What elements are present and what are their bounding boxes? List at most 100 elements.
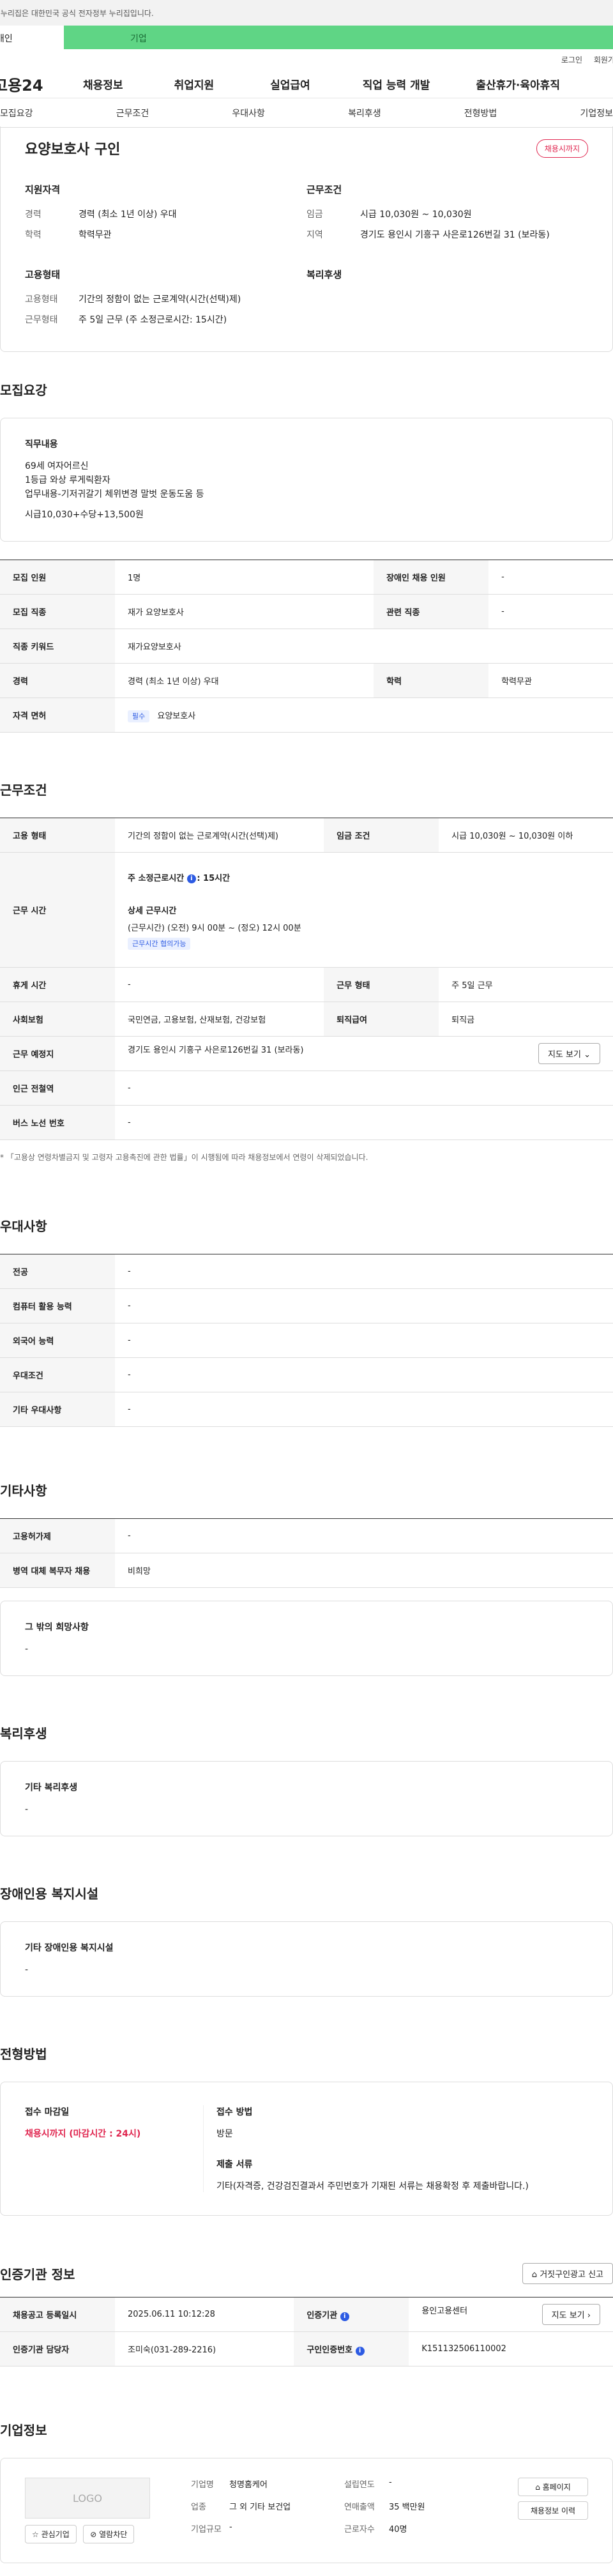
method-label: 접수 방법 [216,2107,253,2117]
emp-label: 근무형태 [25,315,58,325]
cell-value: 재가요양보호사 [115,629,613,664]
gnb-training[interactable]: 직업 능력 개발 [363,76,430,92]
deadline-badge: 채용시까지 [536,139,588,158]
cell-label: 경력 [0,663,115,698]
age-note: * 「고용상 연령차별금지 및 고령자 고용촉진에 관한 법률」이 시행됨에 따… [0,1153,368,1162]
table-row: 병역 대체 복무자 채용 비희망 [0,1553,613,1588]
work-table: 고용 형태 기간의 정함이 없는 근로계약(시간(선택)제) 임금 조건 시급 … [0,818,613,1140]
etc-section: 기타사항 고용허가제 - 병역 대체 복무자 채용 비희망 그 밖의 희망사항 - [0,1481,613,1676]
disab-title: 장애인용 복지시설 [0,1886,99,1902]
site-logo[interactable]: 고용24 [0,73,83,95]
cell-label: 모집 직종 [0,594,115,629]
cell-value: - [115,1105,613,1140]
cell-label: 임금 조건 [324,818,439,853]
homepage-button[interactable]: ⌂ 홈페이지 [518,2478,588,2496]
anchor-process[interactable]: 전형방법 [464,107,497,119]
agency-table: 채용공고 등록일시 2025.06.11 10:12:28 인증기관 i 용인고… [0,2297,613,2366]
anchor-recruit[interactable]: 모집요강 [0,107,33,119]
weekly-value: 15시간 [203,874,231,883]
company-title: 기업정보 [0,2423,47,2438]
gnb-benefit[interactable]: 실업급여 [270,76,310,92]
table-row: 인근 전철역 - [0,1071,613,1106]
cond-title: 근무조건 [306,184,342,195]
agency-map-button[interactable]: 지도 보기 › [541,2304,600,2325]
cell-label: 버스 노선 번호 [0,1105,115,1140]
block-button[interactable]: ⊘ 열람차단 [83,2525,135,2543]
cell-label: 채용공고 등록일시 [0,2297,115,2332]
table-row: 전공 - [0,1254,613,1289]
cell-label: 구인인증번호 i [294,2331,409,2366]
gnb-support[interactable]: 취업지원 [174,76,215,92]
signup-link[interactable]: 회원가입 [594,56,613,65]
agency-section: 인증기관 정보 ⌂ 거짓구인광고 신고 채용공고 등록일시 2025.06.11… [0,2263,613,2366]
anchor-company[interactable]: 기업정보 [580,107,613,119]
cell-value: - [115,1254,613,1289]
place-value: 경기도 용인시 기흥구 사은로126번길 31 (보라동) [128,1046,304,1055]
docs-label: 제출 서류 [216,2160,253,2170]
cell-value: - [115,1323,613,1358]
report-button[interactable]: ⌂ 거짓구인광고 신고 [522,2263,613,2284]
duty-line: 시급10,030+수당+13,500원 [25,510,144,520]
top-tabs: 개인 기업 [0,26,613,49]
table-row: 고용 형태 기간의 정함이 없는 근로계약(시간(선택)제) 임금 조건 시급 … [0,818,613,853]
process-section: 전형방법 접수 마감일 채용시까지 (마감시간 : 24시) 접수 방법 방문 … [0,2044,613,2216]
info-icon[interactable]: i [355,2346,365,2356]
fav-button[interactable]: ☆ 관심기업 [25,2525,77,2543]
cell-label: 모집 인원 [0,560,115,595]
cell-label: 외국어 능력 [0,1323,115,1358]
gnb-leave[interactable]: 출산휴가·육아휴직 [476,76,560,92]
negotiable-badge: 근무시간 협의가능 [128,938,191,950]
work-title: 근무조건 [0,782,47,798]
cell-value: 1명 [115,560,374,595]
job-title: 요양보호사 구인 [25,142,121,158]
anchor-benefit[interactable]: 복리후생 [348,107,381,119]
cond-value: 경기도 용인시 기흥구 사은로126번길 31 (보라동) [360,230,550,240]
emp-value: 주 5일 근무 (주 소정근로시간: 15시간) [79,315,227,325]
cell-label: 전공 [0,1254,115,1289]
qual-label: 학력 [25,230,42,240]
gnb-jobs[interactable]: 채용정보 [83,76,123,92]
disab-label: 기타 장애인용 복지시설 [25,1943,114,1953]
duty-line: 69세 여자어르신 [25,461,89,471]
qual-value: 학력무관 [79,230,112,240]
cell-label: 기타 우대사항 [0,1392,115,1427]
cell-label: 우대조건 [0,1357,115,1392]
cell-value: 국민연금, 고용보험, 산재보험, 건강보험 [115,1002,324,1037]
cell-value: 퇴직금 [439,1002,613,1037]
cell-value: 학력무관 [488,663,613,698]
cell-label: 인증기관 i [294,2297,409,2332]
table-row: 근무 예정지 경기도 용인시 기흥구 사은로126번길 31 (보라동) 지도 … [0,1036,613,1071]
table-row: 외국어 능력 - [0,1323,613,1358]
table-row: 사회보험 국민연금, 고용보험, 산재보험, 건강보험 퇴직급여 퇴직금 [0,1002,613,1037]
tab-company[interactable]: 기업 [64,26,613,49]
cell-label: 근무 예정지 [0,1036,115,1071]
benefit-section: 복리후생 기타 복리후생 - [0,1723,613,1836]
anchor-work[interactable]: 근무조건 [116,107,149,119]
info-icon[interactable]: i [340,2312,349,2321]
chevron-down-icon: ⌄ [584,1050,591,1060]
required-badge: 필수 [128,710,150,722]
deadline-value: 채용시까지 (마감시간 : 24시) [25,2129,141,2139]
co-value: - [229,2522,232,2532]
cell-value: - [115,1518,613,1553]
disab-card: 기타 장애인용 복지시설 - [0,1921,613,1997]
table-row: 기타 우대사항 - [0,1392,613,1427]
cell-value: - [488,594,613,629]
cell-label: 휴게 시간 [0,967,115,1002]
history-button[interactable]: 채용정보 이력 [518,2501,588,2520]
recruit-title: 모집요강 [0,383,47,398]
tab-person[interactable]: 개인 [0,26,64,49]
home-icon: ⌂ [535,2483,540,2492]
cell-label: 컴퓨터 활용 능력 [0,1288,115,1323]
anchor-pref[interactable]: 우대사항 [232,107,265,119]
table-row: 인증기관 담당자 조미숙(031-289-2216) 구인인증번호 i K151… [0,2331,613,2366]
disab-section: 장애인용 복지시설 기타 장애인용 복지시설 - [0,1884,613,1997]
co-label: 연매출액 [344,2503,375,2512]
info-icon[interactable]: i [186,874,196,883]
cell-label: 퇴직급여 [324,1002,439,1037]
co-label: 기업명 [191,2480,214,2490]
map-button[interactable]: 지도 보기 ⌄ [538,1043,600,1064]
etc-title: 기타사항 [0,1483,47,1498]
login-link[interactable]: 로그인 [561,56,582,65]
process-card: 접수 마감일 채용시까지 (마감시간 : 24시) 접수 방법 방문 제출 서류… [0,2082,613,2216]
